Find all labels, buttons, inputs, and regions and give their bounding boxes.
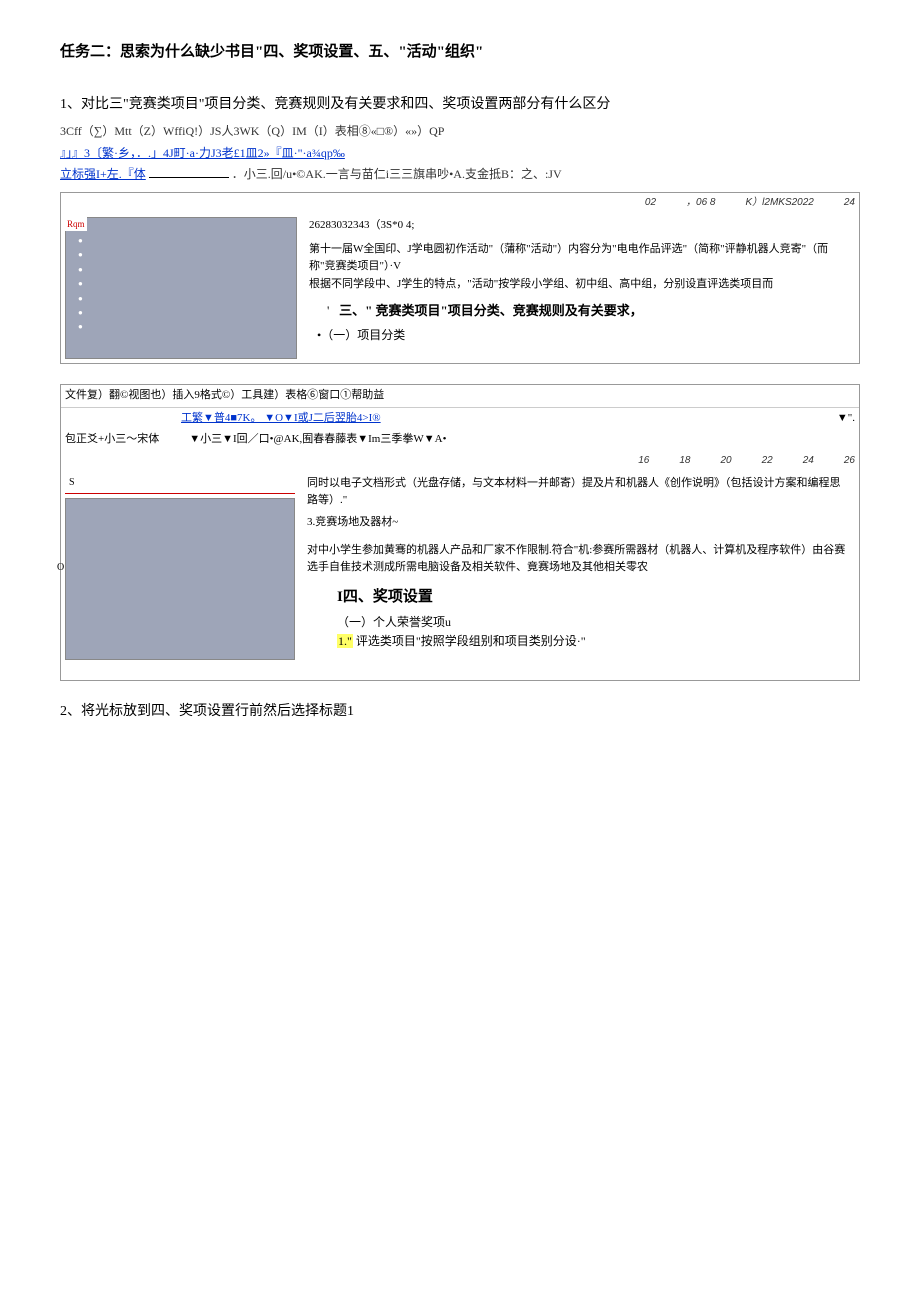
body-text-4: 3.竞赛场地及器材~ (307, 514, 849, 532)
garbled-line-2: 』」』3〔繁·乡，．.」4J町·a·力J3老£1皿2»『皿·"·a¾qp‰ (60, 144, 860, 163)
document-map-panel-2[interactable] (65, 498, 295, 660)
heading-section-3: ' 三、" 竞赛类项目"项目分类、竞赛规则及有关要求， (327, 301, 849, 322)
panel-label: Rqm (65, 217, 87, 231)
red-divider (65, 493, 295, 494)
formatting-toolbar[interactable]: 包正爻+小三～宋体 ▼小三▼I回／口•@AK,囿春春藤表▼Im三季拳W▼A• (61, 429, 859, 451)
line-numbers: 26283032343（3S*0 4; (309, 217, 849, 235)
margin-marker-s: S (65, 475, 295, 491)
ruler-1: 02 ，06 8 K）l2MKS2022 24 (61, 193, 859, 213)
body-text-1: 第十一届W全国印、J学电圆初作活动"（蒲称"活动"）内容分为"电电作品评选"（简… (309, 241, 849, 276)
paragraph-1: 1、对比三"竞赛类项目"项目分类、竞赛规则及有关要求和四、奖项设置两部分有什么区… (60, 94, 860, 116)
document-body-2: 同时以电子文档形式（光盘存储，与文本材料一并邮寄）提及片和机器人《创作说明》（包… (303, 471, 859, 680)
garbled-line-3: 立标强I+左.『体 ．小三.回/u•©AK.一言与苗仁i三三旗串吵•A.支金抵B… (60, 165, 860, 184)
word-screenshot-1: 02 ，06 8 K）l2MKS2022 24 Rqm ●●●●●●● 2628… (60, 192, 860, 364)
page-title: 任务二：思索为什么缺少书目"四、奖项设置、五、"活动"组织" (60, 40, 860, 64)
document-body-1: 26283032343（3S*0 4; 第十一届W全国印、J学电圆初作活动"（蒲… (305, 213, 859, 363)
subheading-2: （一）个人荣誉奖项u (337, 613, 849, 632)
document-map-panel[interactable]: Rqm ●●●●●●● (65, 217, 297, 359)
panel-markers: ●●●●●●● (78, 234, 83, 335)
highlighted-marker: 1." (337, 634, 353, 648)
ruler-2: 16 18 20 22 24 26 (61, 451, 859, 471)
word-screenshot-2: 文件复）翻©视图也）插入9格式©）工具建）表格⑥窗口①帮助益 工繁▼普4■7K。… (60, 384, 860, 681)
heading-section-4: I四、奖项设置 (337, 585, 849, 609)
toolbar[interactable]: 工繁▼普4■7K。 ▼O▼I或J二后翌胎4>I® ▼". (61, 408, 859, 430)
margin-marker-o: O (53, 560, 283, 576)
body-text-2: 根据不同学段中、J学生的特点，"活动"按学段小学组、初中组、高中组，分别设直评选… (309, 276, 849, 294)
menu-bar[interactable]: 文件复）翻©视图也）插入9格式©）工具建）表格⑥窗口①帮助益 (61, 385, 859, 408)
paragraph-2: 2、将光标放到四、奖项设置行前然后选择标题1 (60, 701, 860, 723)
garbled-line-1: 3Cff（∑）Mtt（Z）WffiQ!）JS人3WK（Q）IM（I）表相⑧«□®… (60, 122, 860, 141)
body-text-5: 对中小学生参加黄骞的机器人产品和厂家不作限制.符合"机:参赛所需器材（机器人、计… (307, 542, 849, 577)
subheading-1: •（一）项目分类 (317, 326, 849, 345)
body-text-3: 同时以电子文档形式（光盘存储，与文本材料一并邮寄）提及片和机器人《创作说明》（包… (307, 475, 849, 510)
subheading-3: 1." 评选类项目"按照学段组别和项目类别分设·" (337, 632, 849, 651)
